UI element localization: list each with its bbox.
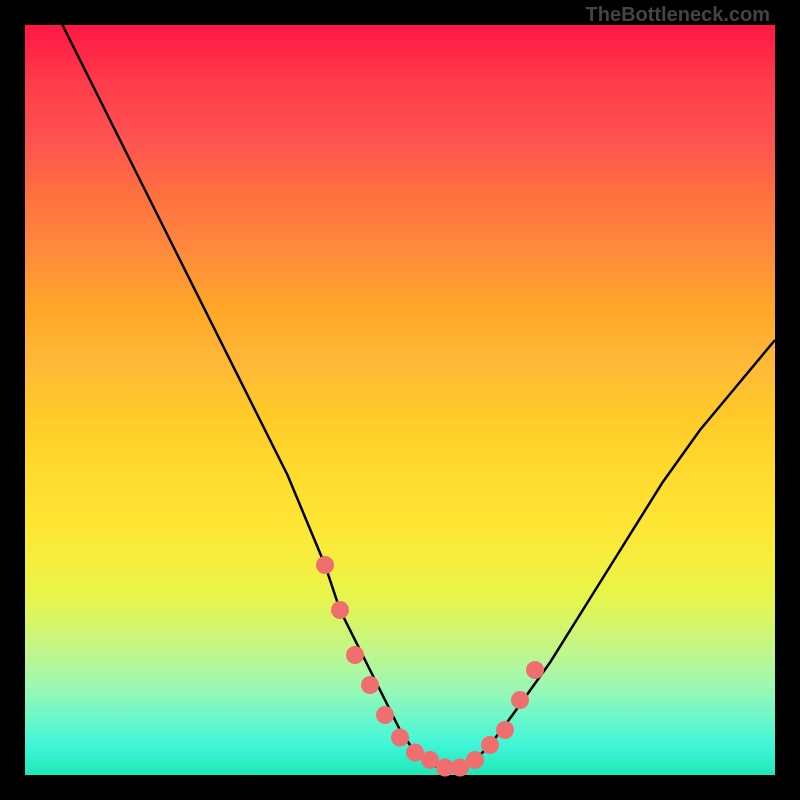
marker-point [511, 691, 529, 709]
marker-point [331, 601, 349, 619]
marker-point [346, 646, 364, 664]
marker-point [496, 721, 514, 739]
marker-point [316, 556, 334, 574]
marker-point [376, 706, 394, 724]
bottleneck-curve [63, 25, 776, 768]
curve-path [63, 25, 776, 768]
chart-svg [0, 0, 800, 800]
highlighted-markers [316, 556, 544, 777]
chart-container: TheBottleneck.com [0, 0, 800, 800]
marker-point [526, 661, 544, 679]
watermark-text: TheBottleneck.com [586, 4, 770, 27]
marker-point [466, 751, 484, 769]
marker-point [391, 729, 409, 747]
marker-point [361, 676, 379, 694]
marker-point [481, 736, 499, 754]
